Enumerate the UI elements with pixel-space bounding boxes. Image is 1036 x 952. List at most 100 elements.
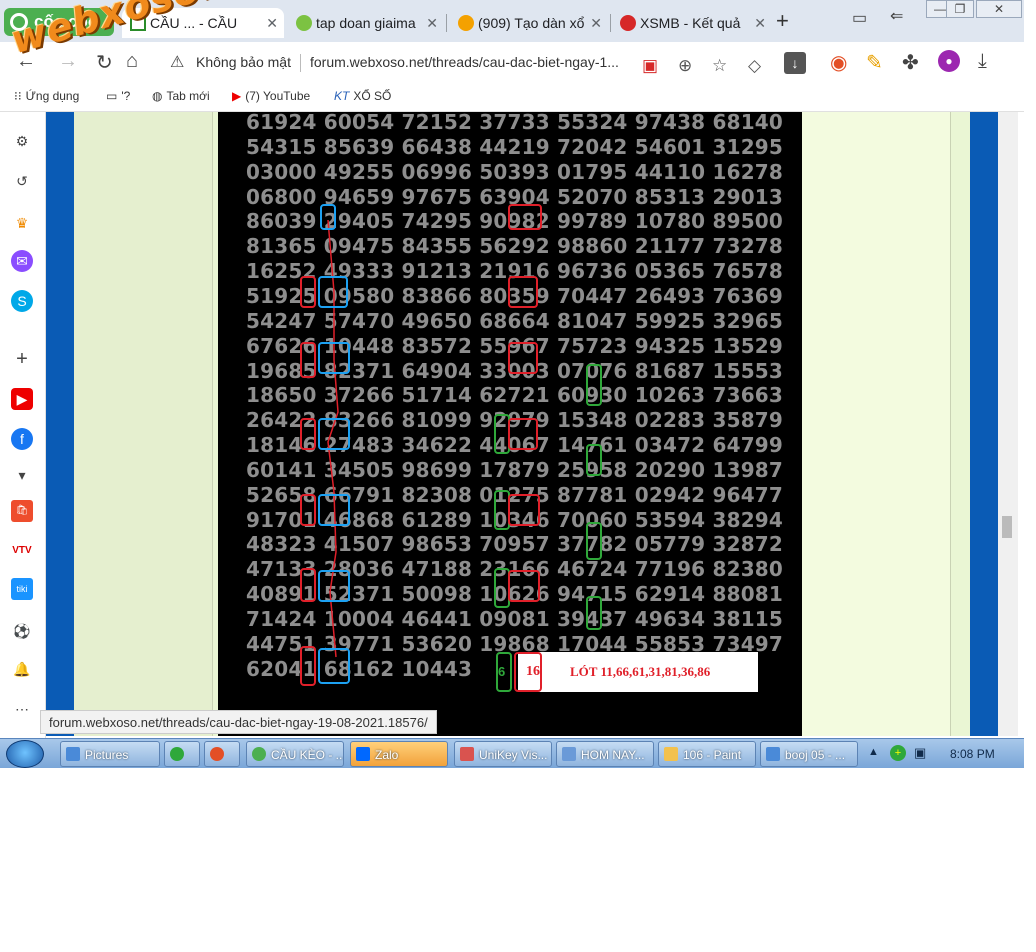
taskbar-chrome[interactable]: [204, 741, 240, 767]
blue-mark: [318, 648, 350, 684]
globe-icon: ◍: [152, 89, 163, 103]
tab-search-icon[interactable]: ▭: [852, 8, 867, 28]
red-mark: [508, 276, 538, 308]
taskbar-pictures[interactable]: Pictures: [60, 741, 160, 767]
tiki-icon[interactable]: tiki: [11, 578, 33, 600]
taskbar-coccoc-plus[interactable]: [164, 741, 200, 767]
tab-label: XSMB - Kết quả: [640, 15, 741, 31]
task-label: 106 - Paint: [683, 748, 742, 762]
pencil-icon[interactable]: ✎: [866, 50, 883, 75]
red-mark: [300, 342, 316, 378]
tab-tao-dan[interactable]: (909) Tạo dàn xổ ✕: [450, 8, 608, 38]
scrollbar-thumb[interactable]: [1002, 516, 1012, 538]
messenger-icon[interactable]: ✉: [11, 250, 33, 272]
home-icon[interactable]: ⌂: [126, 50, 138, 73]
tab-tap-doan[interactable]: tap doan giaima ✕: [288, 8, 444, 38]
coccoc-icon: [252, 747, 266, 761]
bell-icon[interactable]: 🔔: [11, 658, 33, 680]
reload-icon[interactable]: ↻: [96, 50, 113, 75]
url-text[interactable]: forum.webxoso.net/threads/cau-dac-biet-n…: [310, 54, 619, 70]
taskbar-paint[interactable]: 106 - Paint: [658, 741, 756, 767]
status-url: forum.webxoso.net/threads/cau-dac-biet-n…: [40, 710, 437, 734]
shield-icon[interactable]: ◇: [748, 56, 761, 76]
windows-taskbar: Pictures CẦU KÈO - ... Zalo UniKey Vis..…: [0, 738, 1024, 768]
taskbar-zalo[interactable]: Zalo: [350, 741, 448, 767]
bookmarks-bar: ⁝⁝ Ứng dụng ▭ '? ◍ Tab mới ▶ (7) YouTube KT X…: [0, 82, 1024, 112]
start-button[interactable]: [6, 740, 44, 768]
add-icon[interactable]: +: [11, 348, 33, 370]
blocked-popup-icon[interactable]: ▣: [642, 56, 658, 76]
number-table-image: 61924 60054 72152 37733 55324 97438 6814…: [218, 110, 802, 736]
network-icon[interactable]: ▣: [914, 745, 926, 761]
task-label: HOM NAY...: [581, 748, 645, 762]
blue-mark: [318, 342, 350, 374]
bookmark-folder[interactable]: ▭ '?: [106, 89, 130, 103]
maximize-button[interactable]: ❐: [946, 0, 974, 18]
youtube-sidebar-icon[interactable]: ▶: [11, 388, 33, 410]
green-mark: [586, 596, 602, 630]
taskbar-hom-nay[interactable]: HOM NAY...: [556, 741, 654, 767]
red-mark: [300, 418, 316, 450]
paint-icon: [664, 747, 678, 761]
shopee-icon[interactable]: 🛍: [11, 500, 33, 522]
star-icon[interactable]: ☆: [712, 56, 727, 76]
clock[interactable]: 8:08 PM: [950, 747, 995, 761]
toolbar: ← → ↻ ⌂ ⚠ Không bảo mật forum.webxoso.ne…: [0, 42, 1024, 82]
back-arrow-icon[interactable]: ⇐: [890, 6, 903, 26]
taskbar-unikey[interactable]: UniKey Vis...: [454, 741, 552, 767]
blue-mark: [318, 276, 348, 308]
task-label: UniKey Vis...: [479, 748, 548, 762]
red-mark: [300, 568, 316, 602]
green-mark: [586, 522, 602, 560]
close-tab-icon[interactable]: ✕: [426, 8, 438, 38]
collapse-icon[interactable]: ▾: [11, 464, 33, 486]
close-tab-icon[interactable]: ✕: [590, 8, 602, 38]
tab-xsmb[interactable]: XSMB - Kết quả ✕: [612, 8, 772, 38]
facebook-icon[interactable]: f: [11, 428, 33, 450]
close-window-button[interactable]: ✕: [976, 0, 1022, 18]
scrollbar[interactable]: [998, 112, 1018, 736]
downloads-icon[interactable]: ⤓: [978, 50, 987, 73]
left-panel: [74, 112, 212, 736]
bookmark-new-tab[interactable]: ◍ Tab mới: [152, 89, 210, 103]
red-mark: [508, 494, 540, 526]
settings-icon[interactable]: ⚙: [11, 130, 33, 152]
blue-mark: [318, 494, 350, 526]
download-video-icon[interactable]: ↓: [784, 52, 806, 74]
address-bar[interactable]: ⚠ Không bảo mật forum.webxoso.net/thread…: [160, 46, 820, 78]
new-tab-button[interactable]: +: [776, 8, 789, 34]
bookmark-apps[interactable]: ⁝⁝ Ứng dụng: [14, 89, 79, 103]
bookmark-label: (7) YouTube: [245, 89, 311, 103]
close-tab-icon[interactable]: ✕: [754, 8, 766, 38]
lot-six: 6: [498, 664, 506, 679]
security-label[interactable]: Không bảo mật: [196, 54, 291, 70]
profile-avatar[interactable]: ●: [938, 50, 960, 72]
taskbar-booj[interactable]: booj 05 - ...: [760, 741, 858, 767]
bookmark-label: Ứng dụng: [25, 89, 80, 103]
skype-icon[interactable]: S: [11, 290, 33, 312]
tab-separator: [446, 14, 447, 32]
app-icon: [562, 747, 576, 761]
task-label: Pictures: [85, 748, 129, 762]
forward-icon[interactable]: →: [58, 50, 78, 73]
bookmark-youtube[interactable]: ▶ (7) YouTube: [232, 89, 310, 103]
crown-icon[interactable]: ♛: [11, 212, 33, 234]
coccoc-extension-icon[interactable]: ◉: [830, 50, 847, 75]
red-mark: [300, 494, 316, 526]
more-icon[interactable]: ⋯: [11, 698, 33, 720]
zoom-icon[interactable]: ⊕: [678, 56, 692, 76]
taskbar-cau-keo[interactable]: CẦU KÈO - ...: [246, 741, 344, 767]
tray-plus-icon[interactable]: +: [890, 745, 906, 761]
lot-box: 6 16 LÓT 11,66,61,31,81,36,86: [498, 652, 758, 692]
bookmark-label: '?: [121, 89, 131, 103]
tray-arrow-icon[interactable]: ▲: [868, 746, 879, 758]
extensions-icon[interactable]: ✤: [902, 50, 919, 75]
bookmark-xoso[interactable]: KT XỔ SỐ: [334, 89, 391, 103]
close-tab-icon[interactable]: ✕: [266, 8, 278, 38]
history-icon[interactable]: ↺: [11, 170, 33, 192]
vtv-icon[interactable]: VTV: [11, 540, 33, 562]
red-mark: [508, 342, 538, 374]
football-icon[interactable]: ⚽: [11, 620, 33, 642]
task-label: CẦU KÈO - ...: [271, 748, 344, 762]
task-label: Zalo: [375, 748, 399, 762]
